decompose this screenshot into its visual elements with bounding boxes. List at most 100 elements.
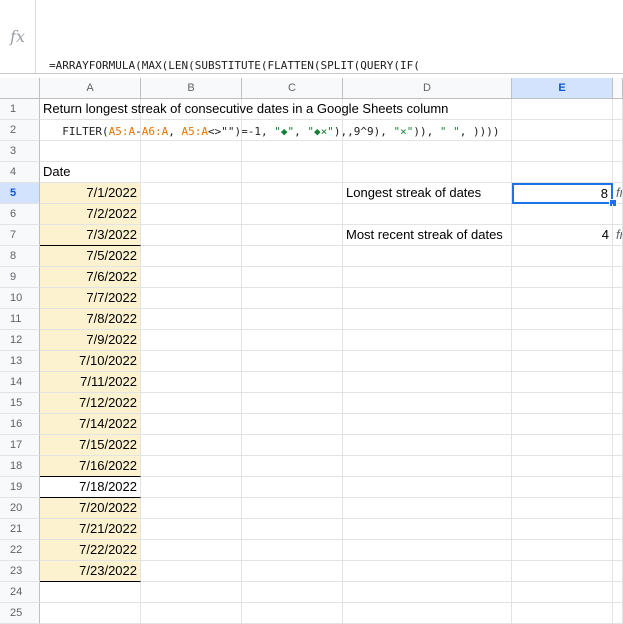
cell[interactable] (40, 603, 141, 624)
cell-date[interactable]: 7/3/2022 (40, 225, 141, 246)
cell-date[interactable]: 7/7/2022 (40, 288, 141, 309)
cell[interactable] (512, 582, 613, 603)
cell[interactable] (242, 435, 343, 456)
cell[interactable] (242, 456, 343, 477)
row-header[interactable]: 19 (0, 477, 40, 498)
column-header-e[interactable]: E (512, 78, 613, 99)
cell[interactable] (242, 141, 343, 162)
cell[interactable] (242, 288, 343, 309)
cell[interactable] (613, 582, 623, 603)
cell[interactable] (40, 141, 141, 162)
row-header[interactable]: 16 (0, 414, 40, 435)
cell[interactable] (242, 393, 343, 414)
cell-date[interactable]: 7/18/2022 (40, 477, 141, 498)
row-header[interactable]: 20 (0, 498, 40, 519)
cell[interactable] (40, 120, 141, 141)
cell[interactable] (343, 393, 512, 414)
cell[interactable] (141, 204, 242, 225)
cell[interactable] (613, 288, 623, 309)
cell[interactable] (343, 267, 512, 288)
cell[interactable] (343, 246, 512, 267)
cell[interactable] (141, 267, 242, 288)
column-header-f[interactable] (613, 78, 623, 99)
cell[interactable] (141, 540, 242, 561)
cell-date-header[interactable]: Date (40, 162, 141, 183)
row-header[interactable]: 22 (0, 540, 40, 561)
cell[interactable] (141, 183, 242, 204)
cell[interactable] (512, 435, 613, 456)
cell[interactable] (141, 246, 242, 267)
cell[interactable] (242, 351, 343, 372)
column-header-d[interactable]: D (343, 78, 512, 99)
row-header[interactable]: 4 (0, 162, 40, 183)
cell-date[interactable]: 7/6/2022 (40, 267, 141, 288)
cell[interactable] (343, 162, 512, 183)
cell[interactable] (242, 582, 343, 603)
cell-date[interactable]: 7/21/2022 (40, 519, 141, 540)
row-header[interactable]: 21 (0, 519, 40, 540)
cell[interactable] (242, 330, 343, 351)
row-header[interactable]: 5 (0, 183, 40, 204)
row-header[interactable]: 14 (0, 372, 40, 393)
cell[interactable] (343, 456, 512, 477)
cell[interactable] (512, 603, 613, 624)
cell[interactable] (613, 351, 623, 372)
cell[interactable] (343, 603, 512, 624)
cell[interactable] (613, 162, 623, 183)
cell-date[interactable]: 7/8/2022 (40, 309, 141, 330)
cell[interactable] (141, 288, 242, 309)
cell[interactable] (242, 246, 343, 267)
cell[interactable] (242, 519, 343, 540)
cell[interactable] (343, 519, 512, 540)
cell[interactable] (512, 456, 613, 477)
cell[interactable] (343, 204, 512, 225)
row-header[interactable]: 2 (0, 120, 40, 141)
cell-date[interactable]: 7/9/2022 (40, 330, 141, 351)
cell[interactable] (613, 519, 623, 540)
cell[interactable] (242, 225, 343, 246)
cell[interactable] (343, 309, 512, 330)
cell[interactable] (512, 99, 613, 120)
cell-recent-value[interactable]: 4 (512, 225, 613, 246)
cell-date[interactable]: 7/22/2022 (40, 540, 141, 561)
cell[interactable] (613, 141, 623, 162)
cell[interactable] (613, 309, 623, 330)
cell[interactable] (242, 204, 343, 225)
cell-date[interactable]: 7/14/2022 (40, 414, 141, 435)
cell[interactable] (613, 414, 623, 435)
cell[interactable] (141, 456, 242, 477)
cell[interactable] (613, 477, 623, 498)
cell[interactable] (512, 309, 613, 330)
cell[interactable] (242, 414, 343, 435)
cell[interactable] (141, 351, 242, 372)
formula-bar[interactable]: fx =ARRAYFORMULA(MAX(LEN(SUBSTITUTE(FLAT… (0, 0, 623, 138)
cell[interactable] (512, 141, 613, 162)
cell-date[interactable]: 7/16/2022 (40, 456, 141, 477)
row-header[interactable]: 8 (0, 246, 40, 267)
row-header[interactable]: 24 (0, 582, 40, 603)
cell[interactable] (512, 120, 613, 141)
cell[interactable] (141, 498, 242, 519)
cell[interactable] (343, 330, 512, 351)
cell[interactable] (242, 603, 343, 624)
cell[interactable] (141, 477, 242, 498)
cell[interactable] (613, 435, 623, 456)
row-header[interactable]: 23 (0, 561, 40, 582)
cell[interactable] (242, 561, 343, 582)
cell[interactable] (613, 267, 623, 288)
cell-date[interactable]: 7/20/2022 (40, 498, 141, 519)
cell[interactable] (242, 162, 343, 183)
cell[interactable] (343, 141, 512, 162)
cell[interactable] (242, 477, 343, 498)
cell[interactable] (512, 561, 613, 582)
cell[interactable] (613, 498, 623, 519)
cell-date[interactable]: 7/23/2022 (40, 561, 141, 582)
row-header[interactable]: 1 (0, 99, 40, 120)
cell[interactable] (242, 309, 343, 330)
cell[interactable] (242, 267, 343, 288)
cell[interactable] (141, 435, 242, 456)
cell-date[interactable]: 7/5/2022 (40, 246, 141, 267)
cell[interactable] (141, 561, 242, 582)
cell[interactable] (512, 330, 613, 351)
row-header[interactable]: 15 (0, 393, 40, 414)
